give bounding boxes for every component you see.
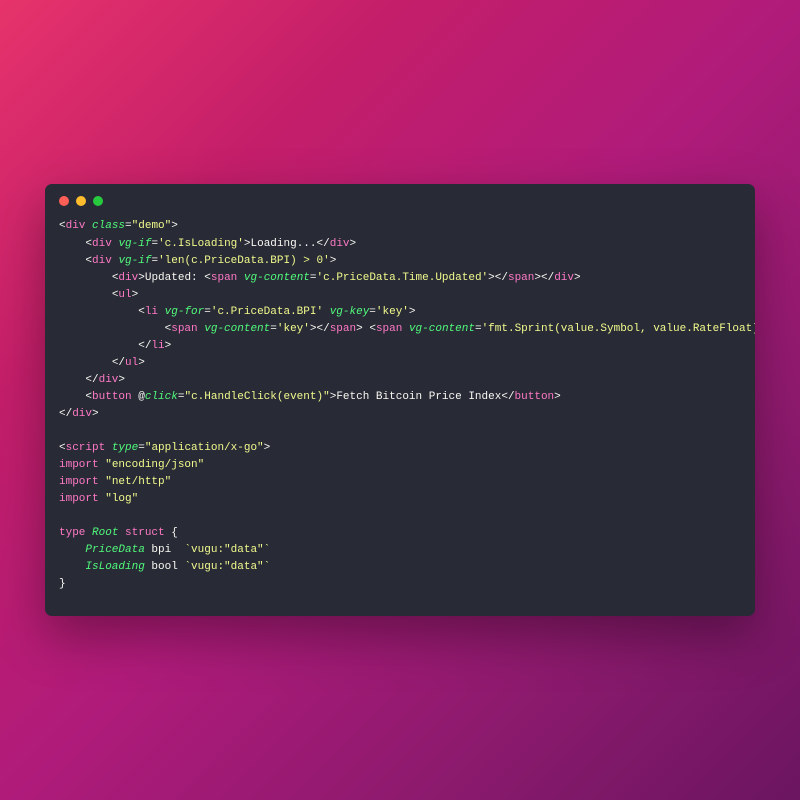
titlebar <box>45 184 755 214</box>
code-line: <div vg-if='c.IsLoading'>Loading...</div… <box>59 236 741 253</box>
code-line <box>59 423 741 440</box>
code-line: <script type="application/x-go"> <box>59 440 741 457</box>
minimize-icon[interactable] <box>76 196 86 206</box>
code-line: </li> <box>59 338 741 355</box>
code-line: </div> <box>59 406 741 423</box>
code-line: <div>Updated: <span vg-content='c.PriceD… <box>59 270 741 287</box>
code-line: IsLoading bool `vugu:"data"` <box>59 559 741 576</box>
code-line: <ul> <box>59 287 741 304</box>
code-line: <div vg-if='len(c.PriceData.BPI) > 0'> <box>59 253 741 270</box>
code-line: import "log" <box>59 491 741 508</box>
code-line: import "net/http" <box>59 474 741 491</box>
editor-window: <div class="demo"> <div vg-if='c.IsLoadi… <box>45 184 755 615</box>
code-line: <span vg-content='key'></span> <span vg-… <box>59 321 741 338</box>
code-line: <button @click="c.HandleClick(event)">Fe… <box>59 389 741 406</box>
close-icon[interactable] <box>59 196 69 206</box>
code-line: import "encoding/json" <box>59 457 741 474</box>
maximize-icon[interactable] <box>93 196 103 206</box>
code-line: <div class="demo"> <box>59 218 741 235</box>
code-line: <li vg-for='c.PriceData.BPI' vg-key='key… <box>59 304 741 321</box>
code-line: </div> <box>59 372 741 389</box>
code-line: </ul> <box>59 355 741 372</box>
code-block: <div class="demo"> <div vg-if='c.IsLoadi… <box>45 214 755 601</box>
code-line <box>59 508 741 525</box>
code-line: type Root struct { <box>59 525 741 542</box>
code-line: PriceData bpi `vugu:"data"` <box>59 542 741 559</box>
code-line: } <box>59 576 741 593</box>
